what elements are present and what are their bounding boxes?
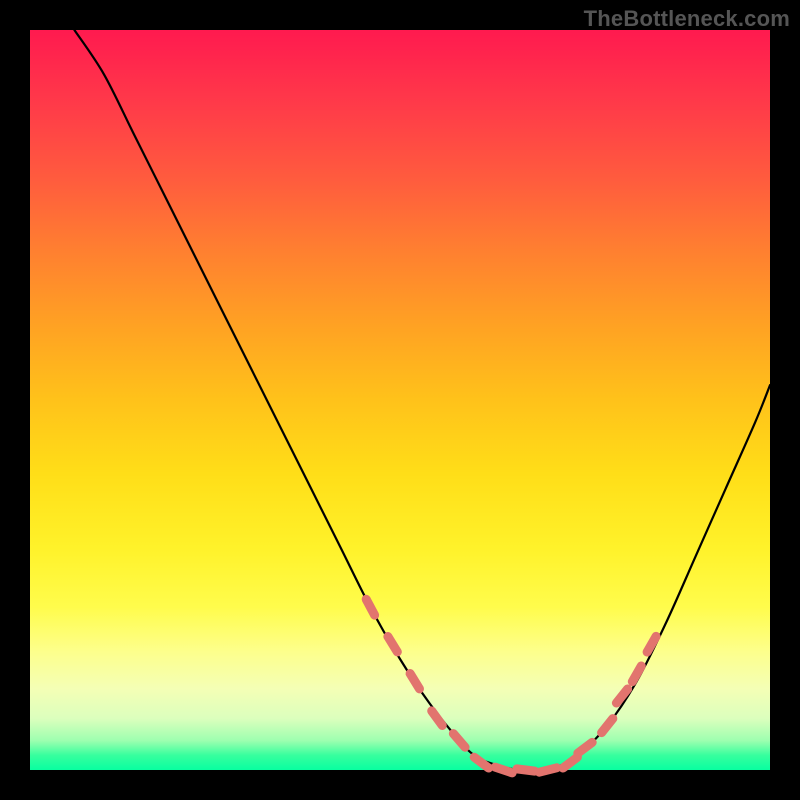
highlight-markers: [366, 599, 656, 773]
marker-dash: [432, 711, 443, 726]
marker-dash: [517, 769, 535, 771]
marker-dash: [539, 768, 556, 772]
marker-dash: [647, 636, 656, 652]
marker-dash: [632, 666, 641, 682]
marker-dash: [563, 757, 577, 768]
marker-dash: [474, 757, 488, 768]
marker-dash: [366, 599, 374, 615]
chart-frame: TheBottleneck.com: [0, 0, 800, 800]
marker-dash: [578, 742, 592, 753]
curve-layer: [30, 30, 770, 770]
marker-dash: [602, 719, 613, 733]
marker-dash: [410, 674, 419, 689]
marker-dash: [388, 637, 397, 652]
plot-area: [30, 30, 770, 770]
bottleneck-curve: [74, 30, 770, 771]
marker-dash: [453, 734, 465, 748]
watermark-text: TheBottleneck.com: [584, 6, 790, 32]
marker-dash: [495, 767, 512, 773]
